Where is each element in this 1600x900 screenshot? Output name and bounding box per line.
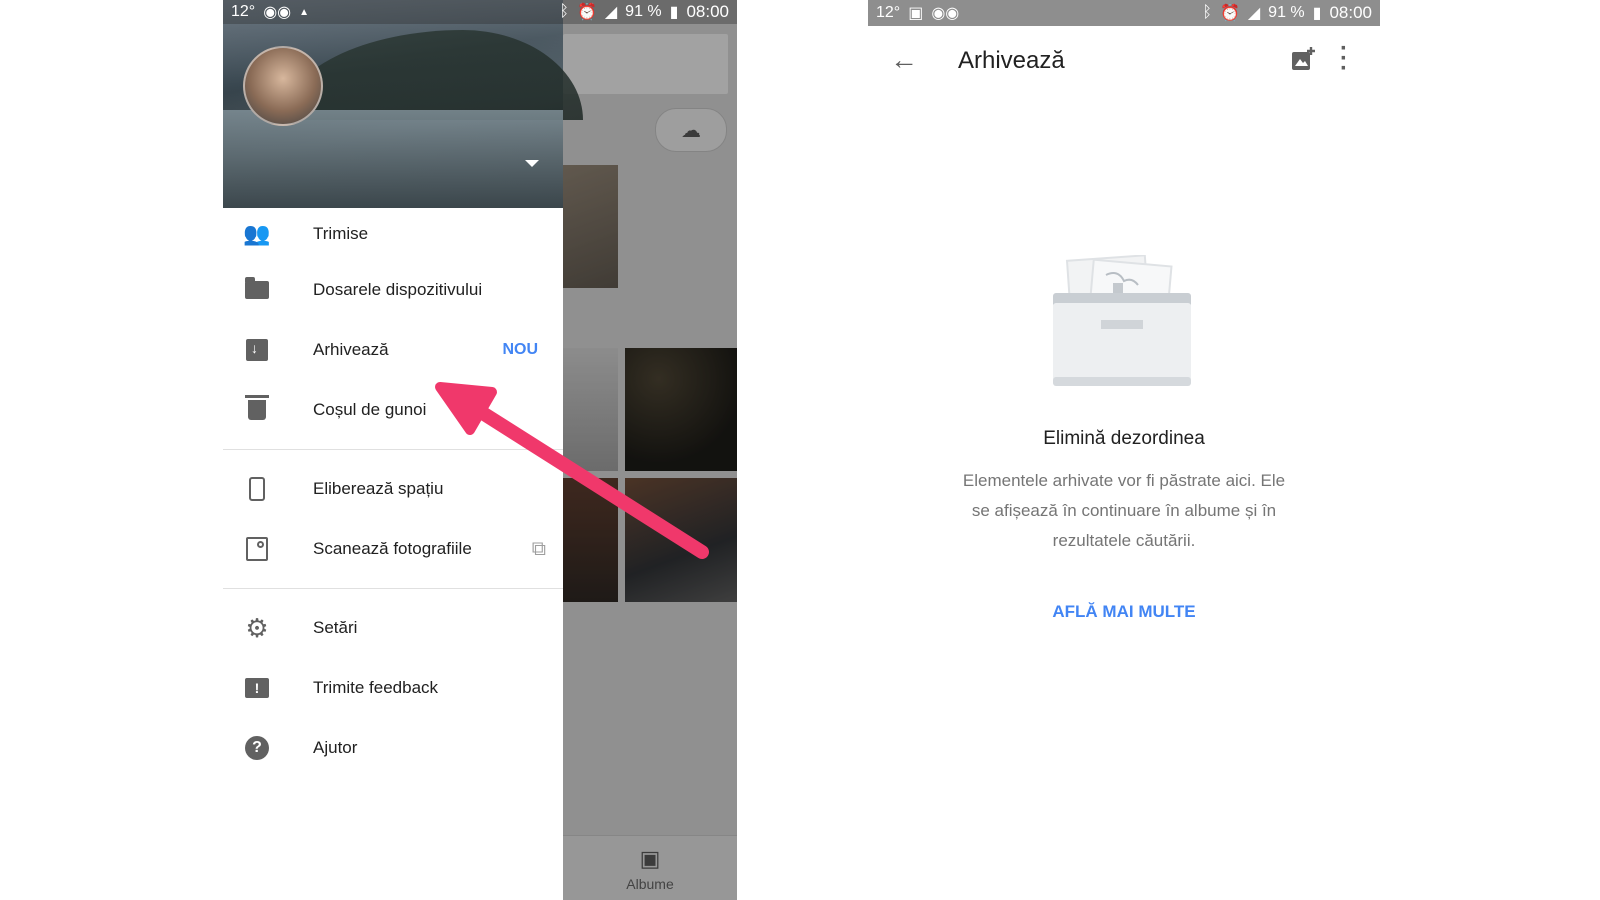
new-badge: NOU <box>502 341 538 358</box>
drawer-item-scan-photos[interactable]: Scanează fotografiile ⧉ <box>223 519 563 579</box>
temperature-readout: 12° <box>231 3 256 20</box>
albums-tab-label: Albume <box>626 875 674 892</box>
notification-icon: ▲ <box>299 6 310 18</box>
external-link-icon: ⧉ <box>531 537 546 560</box>
navigation-drawer: 👥 Trimise Dosarele dispozitivului Arhive… <box>223 0 583 900</box>
photo-thumbnail[interactable] <box>625 478 737 602</box>
add-photo-icon[interactable] <box>1290 46 1316 72</box>
image-notification-icon: ▣ <box>908 5 924 22</box>
status-bar: 12° ▣ ◉◉ ᛒ ⏰ ◢ 91 % ▮ 08:00 <box>868 0 1380 26</box>
battery-percent: 91 % <box>625 3 662 20</box>
gear-icon: ⚙ <box>245 613 269 643</box>
photo-thumbnail[interactable] <box>625 348 737 471</box>
battery-percent: 91 % <box>1268 4 1305 21</box>
header-background-image <box>283 30 583 120</box>
bluetooth-icon: ᛒ <box>1202 4 1212 21</box>
bluetooth-icon: ᛒ <box>559 3 569 20</box>
archive-icon <box>243 336 271 364</box>
people-icon: 👥 <box>243 221 271 246</box>
drawer-item-feedback[interactable]: ! Trimite feedback <box>223 658 563 718</box>
drawer-item-archive[interactable]: Arhivează NOU <box>223 320 563 380</box>
left-phone-screen: ☁ ▣ Albume 👥 Trimise Dosarele dispozitiv… <box>223 0 737 900</box>
account-switcher-caret-icon[interactable] <box>525 160 539 167</box>
drawer-item-label: Dosarele dispozitivului <box>313 280 483 299</box>
photoscan-icon <box>243 535 271 563</box>
drawer-divider <box>223 449 563 450</box>
trash-icon <box>243 395 271 424</box>
drawer-item-label: Ajutor <box>313 738 358 757</box>
status-bar: 12° ◉◉ ▲ ᛒ ⏰ ◢ 91 % ▮ 08:00 <box>223 0 737 24</box>
drawer-item-label: Scanează fotografiile <box>313 539 472 558</box>
avatar[interactable] <box>243 46 323 126</box>
app-bar: ← Arhivează · · · <box>868 26 1380 98</box>
archive-box-illustration <box>1053 255 1191 386</box>
drawer-item-label: Trimite feedback <box>313 678 439 697</box>
drawer-item-trash[interactable]: Coșul de gunoi <box>223 380 563 440</box>
battery-icon: ▮ <box>1312 5 1322 22</box>
search-bar[interactable] <box>563 34 728 94</box>
help-icon: ? <box>243 734 271 762</box>
albums-icon: ▣ <box>639 845 661 871</box>
signal-icon: ◢ <box>604 4 618 21</box>
drawer-item-free-up-space[interactable]: Eliberează spațiu <box>223 459 563 519</box>
photo-thumbnail[interactable] <box>563 478 618 602</box>
drawer-item-label: Arhivează <box>313 340 389 359</box>
drawer-divider <box>223 588 563 589</box>
drawer-item-settings[interactable]: ⚙ Setări <box>223 598 563 658</box>
phone-check-icon <box>243 475 271 503</box>
folder-icon <box>243 276 271 304</box>
clock: 08:00 <box>1329 3 1372 22</box>
alarm-icon: ⏰ <box>1219 5 1240 22</box>
back-arrow-icon[interactable]: ← <box>890 44 918 76</box>
right-phone-screen: 12° ▣ ◉◉ ᛒ ⏰ ◢ 91 % ▮ 08:00 ← Arhivează … <box>868 0 1380 900</box>
drawer-item-label: Trimise <box>313 224 369 243</box>
signal-icon: ◢ <box>1247 5 1261 22</box>
more-options-icon[interactable]: · · · <box>1336 37 1352 81</box>
empty-state-description: Elementele arhivate vor fi păstrate aici… <box>962 471 1286 550</box>
drawer-item-label: Coșul de gunoi <box>313 400 427 419</box>
drawer-header <box>223 0 583 208</box>
drawer-item-label: Eliberează spațiu <box>313 479 444 498</box>
drawer-item-device-folders[interactable]: Dosarele dispozitivului <box>223 260 563 320</box>
drawer-item-help[interactable]: ? Ajutor <box>223 718 563 778</box>
incognito-icon: ◉◉ <box>931 5 960 22</box>
drawer-item-label: Setări <box>313 618 358 637</box>
photo-thumbnail[interactable] <box>563 348 618 471</box>
drawer-item-shared[interactable]: 👥 Trimise <box>223 208 563 260</box>
cloud-sync-icon[interactable]: ☁ <box>655 108 727 152</box>
photo-thumbnail[interactable] <box>563 165 618 288</box>
incognito-icon: ◉◉ <box>263 4 292 21</box>
alarm-icon: ⏰ <box>576 4 597 21</box>
page-title: Arhivează <box>958 47 1065 74</box>
temperature-readout: 12° <box>876 4 901 21</box>
battery-icon: ▮ <box>669 4 679 21</box>
albums-tab[interactable]: ▣ Albume <box>563 835 737 900</box>
clock: 08:00 <box>686 2 729 21</box>
feedback-icon: ! <box>243 674 271 702</box>
drawer-menu: 👥 Trimise Dosarele dispozitivului Arhive… <box>223 208 563 778</box>
learn-more-link[interactable]: AFLĂ MAI MULTE <box>868 602 1380 622</box>
empty-state-title: Elimină dezordinea <box>1043 428 1205 449</box>
